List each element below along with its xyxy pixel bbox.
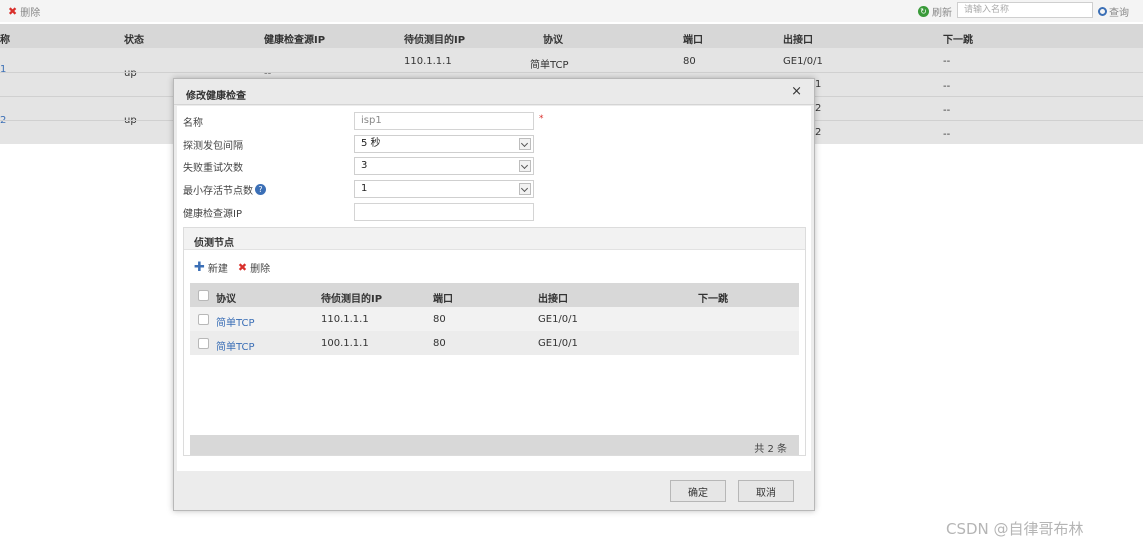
- search-input[interactable]: 请输入名称: [957, 2, 1093, 18]
- total-count: 共 2 条: [754, 444, 787, 455]
- query-label: 查询: [1109, 8, 1129, 19]
- delete-probe-label: 删除: [250, 264, 271, 275]
- background-table-header: 称 状态 健康检查源IP 待侦测目的IP 协议 端口 出接口 下一跳: [0, 24, 1143, 48]
- refresh-icon: ↻: [918, 6, 929, 17]
- row-dest-ip: 110.1.1.1: [321, 314, 369, 325]
- retry-label: 失败重试次数: [183, 163, 243, 174]
- probe-panel-header: 侦测节点: [184, 228, 805, 250]
- column-header: 出接口: [783, 35, 813, 46]
- source-ip-label: 健康检查源IP: [183, 209, 242, 220]
- dialog-titlebar[interactable]: 修改健康检查 ×: [174, 79, 814, 105]
- row-protocol-link[interactable]: 简单TCP: [216, 338, 255, 353]
- cancel-button[interactable]: 取消: [738, 480, 794, 502]
- table-row[interactable]: 简单TCP 100.1.1.1 80 GE1/0/1: [190, 331, 799, 355]
- column-header: 下一跳: [698, 294, 728, 305]
- watermark: CSDN @自律哥布林: [946, 520, 1084, 538]
- row-checkbox[interactable]: [198, 338, 209, 349]
- refresh-button[interactable]: ↻ 刷新: [918, 4, 952, 19]
- query-button[interactable]: 查询: [1098, 4, 1129, 19]
- column-header: 健康检查源IP: [264, 35, 326, 46]
- retry-value: 3: [361, 160, 368, 171]
- probe-table-footer: 共 2 条: [190, 435, 799, 455]
- source-ip-input[interactable]: [354, 203, 534, 221]
- refresh-label: 刷新: [932, 8, 952, 19]
- delete-icon: ✖: [8, 5, 18, 18]
- row-checkbox[interactable]: [198, 314, 209, 325]
- column-header: 下一跳: [943, 35, 973, 46]
- row-interface: 2: [815, 127, 822, 138]
- retry-select[interactable]: 3: [354, 157, 534, 175]
- delete-probe-button[interactable]: ✖ 删除: [238, 260, 270, 275]
- plus-icon: ✚: [194, 259, 205, 275]
- delete-label: 删除: [20, 8, 41, 19]
- column-header: 协议: [543, 35, 563, 46]
- delete-button[interactable]: ✖ 删除: [8, 4, 40, 19]
- min-alive-label: 最小存活节点数 ?: [183, 182, 266, 197]
- row-next-hop: --: [943, 129, 951, 140]
- probe-node-panel: 侦测节点 ✚ 新建 ✖ 删除 协议 待侦测目的IP 端口 出接口 下一跳 简单T…: [183, 227, 806, 456]
- min-alive-label-text: 最小存活节点数: [183, 186, 253, 197]
- min-alive-value: 1: [361, 183, 368, 194]
- row-interface: GE1/0/1: [783, 56, 823, 67]
- dialog-body: 名称 isp1 * 探测发包间隔 5 秒 失败重试次数 3 最小存活节点数 ? …: [177, 106, 811, 471]
- edit-health-check-dialog: 修改健康检查 × 名称 isp1 * 探测发包间隔 5 秒 失败重试次数 3 最…: [173, 78, 815, 511]
- probe-table-header: 协议 待侦测目的IP 端口 出接口 下一跳: [190, 283, 799, 307]
- column-header: 端口: [683, 35, 703, 46]
- probe-toolbar: ✚ 新建 ✖ 删除: [194, 259, 270, 276]
- min-alive-select[interactable]: 1: [354, 180, 534, 198]
- row-dest-ip: 100.1.1.1: [321, 338, 369, 349]
- row-next-hop: --: [943, 81, 951, 92]
- select-all-checkbox[interactable]: [198, 290, 209, 301]
- interval-label: 探测发包间隔: [183, 141, 243, 152]
- row-next-hop: --: [943, 56, 951, 67]
- new-probe-label: 新建: [207, 264, 228, 275]
- column-header: 待侦测目的IP: [404, 35, 466, 46]
- close-icon[interactable]: ×: [791, 84, 802, 99]
- column-header: 端口: [433, 294, 453, 305]
- row-port: 80: [433, 314, 446, 325]
- interval-select[interactable]: 5 秒: [354, 135, 534, 153]
- row-interface: 1: [815, 79, 822, 90]
- row-next-hop: --: [943, 105, 951, 116]
- delete-icon: ✖: [237, 261, 248, 274]
- row-dest-ip: 110.1.1.1: [404, 56, 452, 67]
- search-icon: [1098, 7, 1107, 16]
- row-port: 80: [433, 338, 446, 349]
- column-header: 协议: [216, 294, 236, 305]
- row-protocol-link[interactable]: 简单TCP: [216, 314, 255, 329]
- column-header: 称: [0, 35, 10, 46]
- probe-panel-title: 侦测节点: [194, 238, 234, 249]
- chevron-down-icon[interactable]: [519, 138, 531, 150]
- name-input[interactable]: isp1: [354, 112, 534, 130]
- row-interface: GE1/0/1: [538, 314, 578, 325]
- ok-button[interactable]: 确定: [670, 480, 726, 502]
- new-probe-button[interactable]: ✚ 新建: [194, 259, 228, 276]
- column-header: 出接口: [538, 294, 568, 305]
- row-protocol: 简单TCP: [530, 60, 569, 71]
- table-row[interactable]: 1 up -- 110.1.1.1 简单TCP 80 GE1/0/1 --: [0, 48, 1143, 79]
- table-row[interactable]: 简单TCP 110.1.1.1 80 GE1/0/1: [190, 307, 799, 331]
- probe-table: 协议 待侦测目的IP 端口 出接口 下一跳 简单TCP 110.1.1.1 80…: [190, 283, 799, 355]
- column-header: 状态: [124, 35, 144, 46]
- background-toolbar: ✖ 删除 ↻ 刷新 请输入名称 查询: [0, 0, 1143, 22]
- dialog-title: 修改健康检查: [186, 91, 246, 102]
- row-interface: GE1/0/1: [538, 338, 578, 349]
- row-port: 80: [683, 56, 696, 67]
- name-label: 名称: [183, 118, 203, 129]
- column-header: 待侦测目的IP: [321, 294, 383, 305]
- required-mark: *: [539, 114, 544, 124]
- row-interface: 2: [815, 103, 822, 114]
- interval-value: 5 秒: [361, 138, 381, 149]
- chevron-down-icon[interactable]: [519, 160, 531, 172]
- help-icon[interactable]: ?: [255, 184, 266, 195]
- chevron-down-icon[interactable]: [519, 183, 531, 195]
